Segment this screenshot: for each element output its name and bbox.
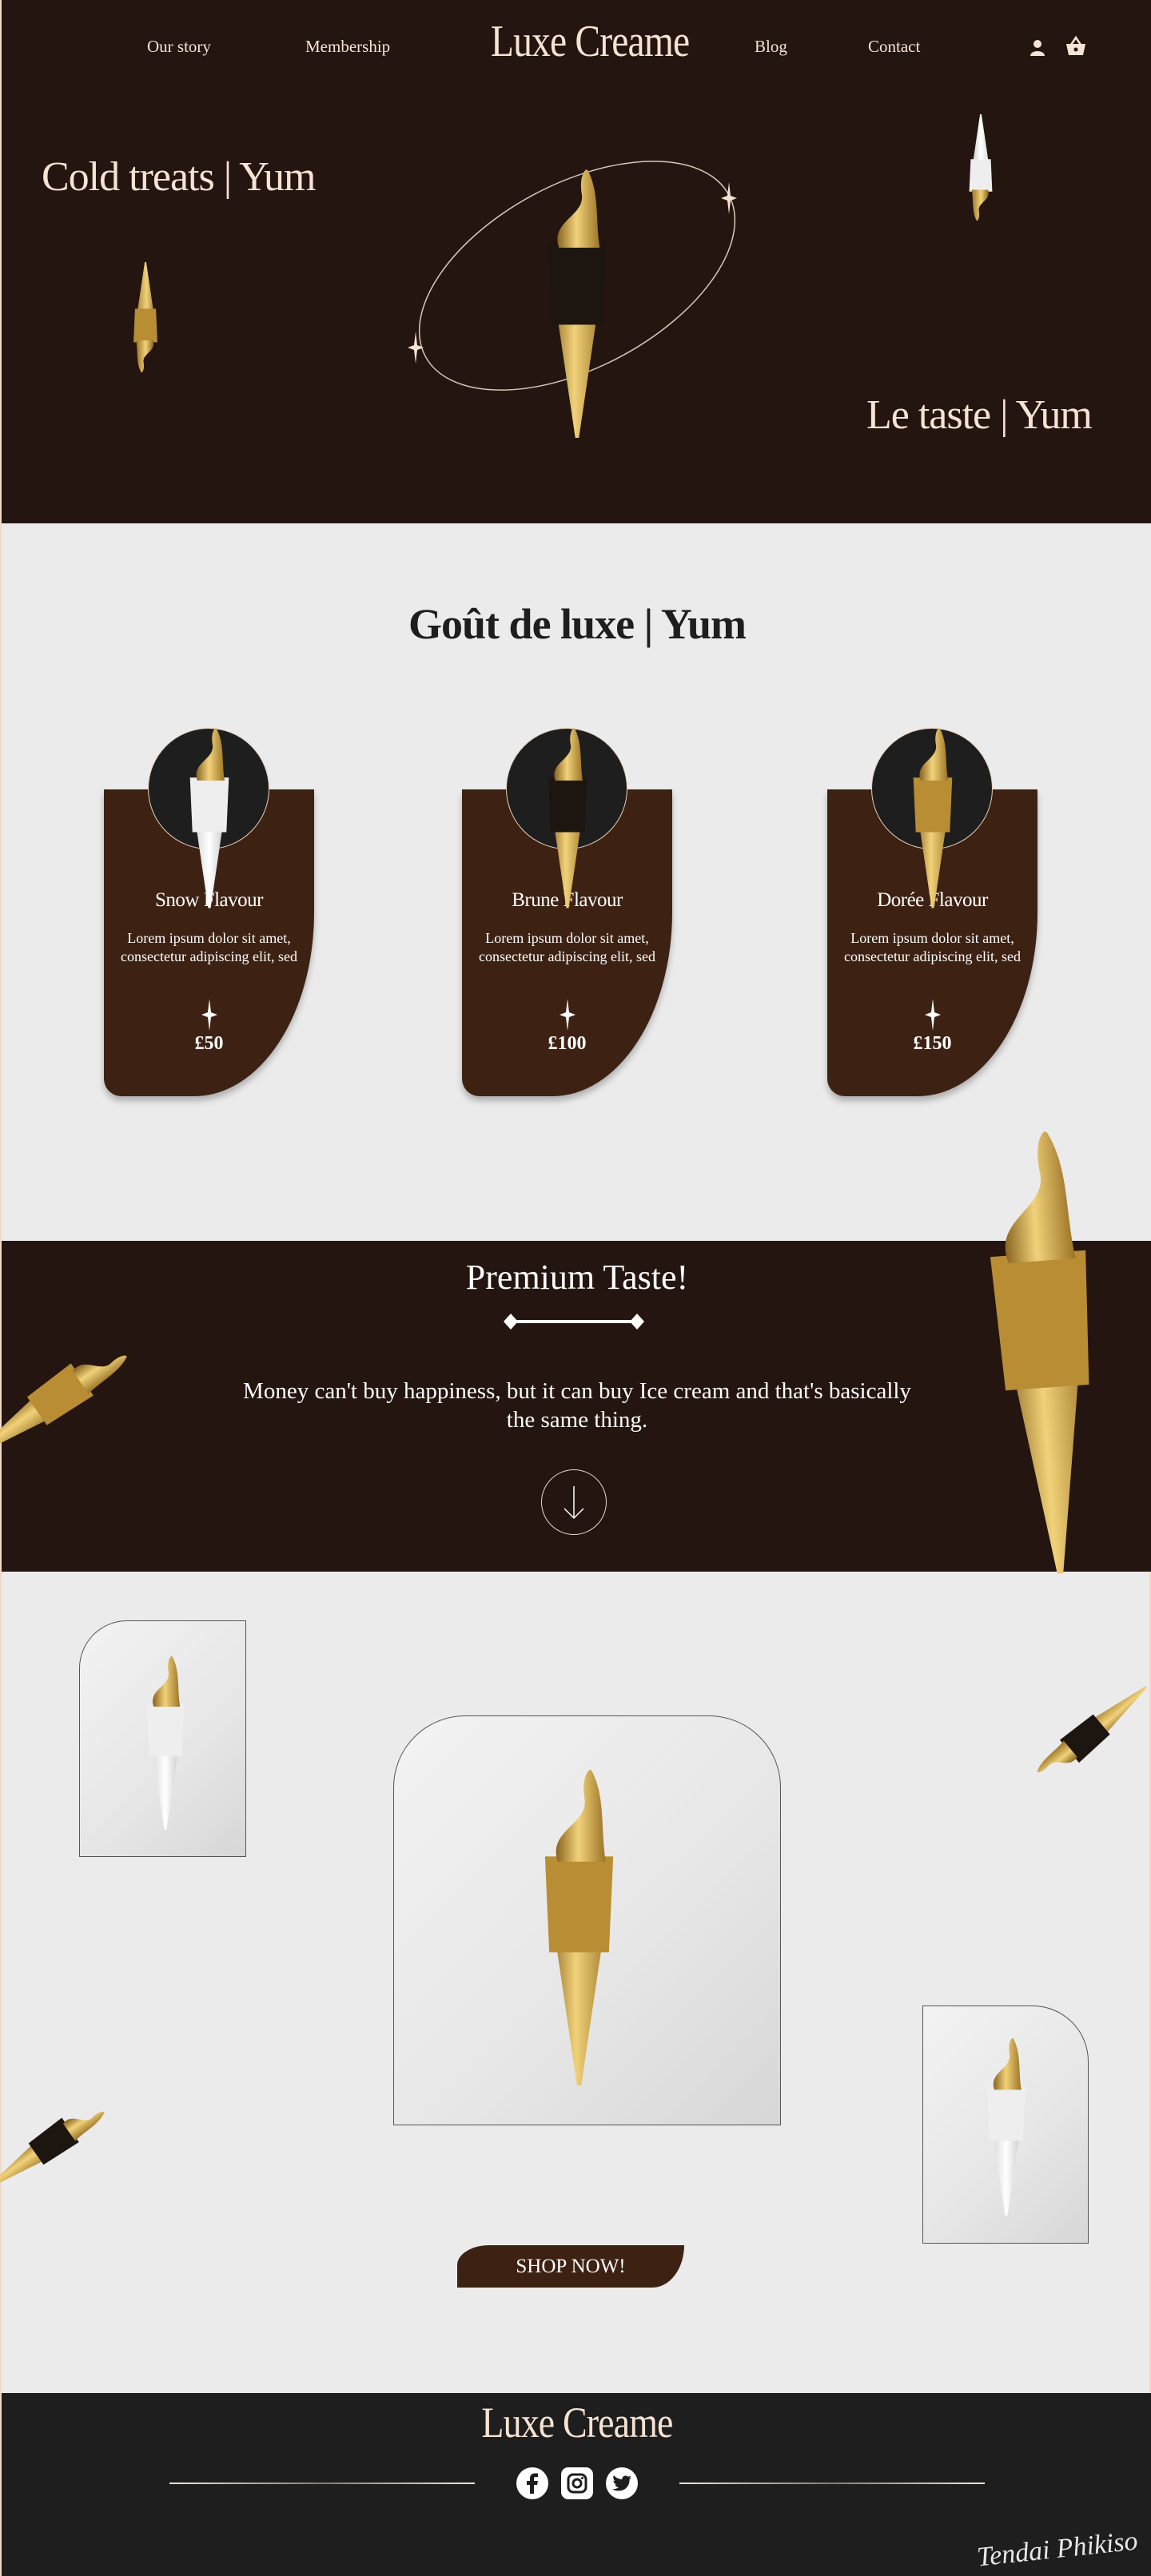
nav-our-story[interactable]: Our story [147,37,211,57]
card-price: £50 [194,1033,224,1054]
hero-section: Our story Membership Luxe Creame Blog Co… [2,0,1151,523]
card-price: £100 [548,1033,587,1054]
footer: Luxe Creame Tendai Phikiso [2,2393,1151,2576]
gallery-ice-cream-image [129,1654,201,1830]
site-logo[interactable]: Luxe Creame [491,16,690,67]
doree-ice-cream-image [902,723,963,911]
hero-title-right: Le taste | Yum [866,392,1093,438]
facebook-icon[interactable] [516,2467,548,2499]
premium-quote: Money can't buy happiness, but it can bu… [243,1378,911,1433]
nav-membership[interactable]: Membership [305,37,390,57]
hero-ice-cream-image [513,166,641,438]
arrow-down-icon [564,1486,584,1520]
card-description: Lorem ipsum dolor sit amet, consectetur … [844,930,1021,964]
section-title: Goût de luxe | Yum [408,600,747,648]
divider-ornament [504,1314,644,1330]
nav-blog[interactable]: Blog [755,37,787,57]
card-description: Lorem ipsum dolor sit amet, consectetur … [121,930,297,964]
footer-logo: Luxe Creame [481,2399,673,2447]
large-ice-cream-image [922,1119,1151,1580]
sparkle-icon [555,999,580,1031]
snow-ice-cream-image [179,723,240,911]
scroll-down-button[interactable] [541,1469,607,1535]
gallery-ice-cream-image [513,1766,645,2085]
sparkle-icon [197,999,222,1031]
hero-title-left: Cold treats | Yum [42,154,316,200]
ice-cream-image [121,262,169,374]
shop-now-button[interactable]: SHOP NOW! [457,2245,684,2288]
sparkle-icon [920,999,946,1031]
brune-ice-cream-image [537,723,598,911]
user-icon[interactable] [1029,38,1046,58]
sparkle-icon [408,332,424,364]
designer-signature: Tendai Phikiso [975,2526,1140,2573]
card-description: Lorem ipsum dolor sit amet, consectetur … [479,930,655,964]
card-price: £150 [913,1033,952,1054]
footer-divider [679,2483,985,2484]
twitter-icon[interactable] [606,2467,638,2499]
sparkle-icon [721,182,737,214]
gallery-ice-cream-image [970,2036,1042,2216]
nav-contact[interactable]: Contact [868,37,920,57]
instagram-icon[interactable] [561,2467,593,2499]
ice-cream-image [957,114,1005,222]
basket-icon[interactable] [1065,35,1087,58]
footer-divider [169,2483,475,2484]
